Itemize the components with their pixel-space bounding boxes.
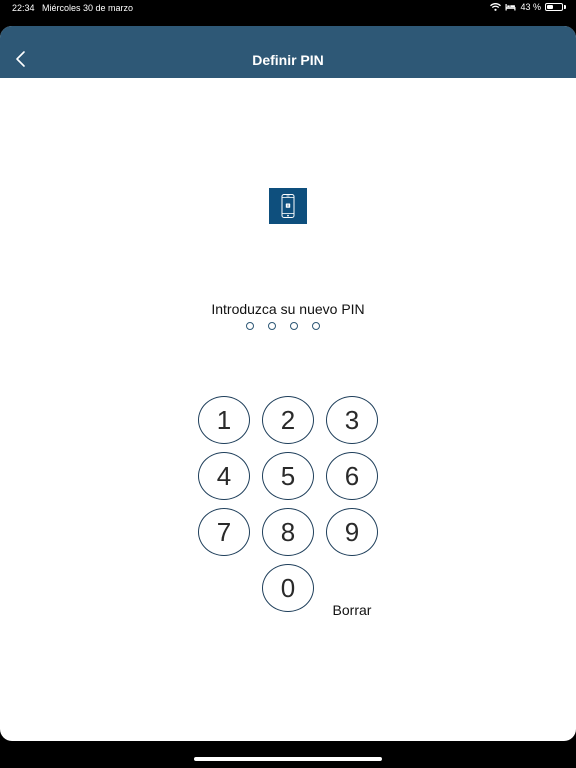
smartphone-icon: [269, 188, 307, 224]
keypad-key-5[interactable]: 5: [262, 452, 314, 500]
battery-fill: [547, 5, 554, 9]
battery-icon: [545, 3, 563, 11]
keypad-key-7[interactable]: 7: [198, 508, 250, 556]
pin-dot: [290, 322, 298, 330]
keypad-key-2[interactable]: 2: [262, 396, 314, 444]
status-bar: 22:34 Miércoles 30 de marzo 43 %: [0, 0, 576, 18]
keypad-key-1[interactable]: 1: [198, 396, 250, 444]
pin-dot: [246, 322, 254, 330]
status-date: Miércoles 30 de marzo: [42, 3, 134, 13]
wifi-icon: [490, 3, 502, 11]
keypad-key-8[interactable]: 8: [262, 508, 314, 556]
page-title: Definir PIN: [252, 52, 324, 68]
pin-dot: [268, 322, 276, 330]
delete-button[interactable]: Borrar: [326, 602, 378, 618]
screen: 22:34 Miércoles 30 de marzo 43 % Definir…: [0, 0, 576, 768]
status-indicators: 43 %: [490, 2, 566, 12]
navigation-bar: Definir PIN: [0, 26, 576, 78]
keypad-key-0[interactable]: 0: [262, 564, 314, 612]
main-sheet: Definir PIN Introduzca su nuevo PIN 1 2 …: [0, 26, 576, 741]
home-indicator[interactable]: [194, 757, 382, 761]
battery-tip: [564, 5, 566, 9]
status-time: 22:34: [12, 3, 35, 13]
keypad-key-6[interactable]: 6: [326, 452, 378, 500]
keypad-key-4[interactable]: 4: [198, 452, 250, 500]
pin-dot: [312, 322, 320, 330]
pin-prompt: Introduzca su nuevo PIN: [211, 301, 365, 317]
battery-percentage: 43 %: [520, 2, 541, 12]
bed-icon: [505, 3, 516, 11]
pin-indicator: [246, 322, 320, 330]
keypad-key-3[interactable]: 3: [326, 396, 378, 444]
keypad-key-9[interactable]: 9: [326, 508, 378, 556]
